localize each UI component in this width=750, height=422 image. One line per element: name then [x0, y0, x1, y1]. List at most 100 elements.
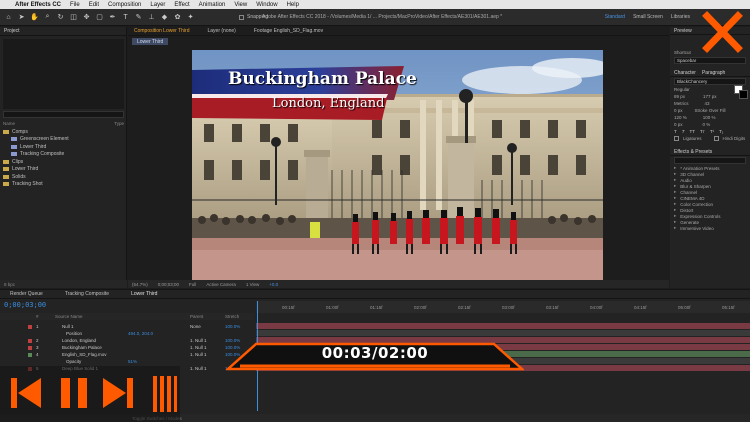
- layer-parent[interactable]: 1. Null 1: [190, 352, 207, 357]
- snapping-checkbox[interactable]: [239, 14, 244, 20]
- skip-back-icon[interactable]: [8, 375, 44, 411]
- exposure-offset[interactable]: +0.0: [269, 282, 278, 287]
- layer-row[interactable]: 2 London, England 1. Null 1 100.0%: [0, 337, 254, 344]
- roto-tool-icon[interactable]: ✿: [173, 13, 182, 22]
- property-value[interactable]: 494.0, 204.0: [128, 331, 153, 336]
- stroke-type-dropdown[interactable]: Stroke Over Fill: [695, 108, 726, 113]
- property-row[interactable]: Position 494.0, 204.0: [0, 330, 254, 337]
- tree-item-solids[interactable]: Solids: [3, 173, 124, 181]
- tree-item-lower-third-comp[interactable]: Lower Third: [3, 143, 124, 151]
- layer-parent[interactable]: 1. Null 1: [190, 345, 207, 350]
- column-name[interactable]: Name: [3, 121, 15, 127]
- tab-paragraph[interactable]: Paragraph: [702, 70, 725, 76]
- tree-item-tracking-composite[interactable]: Tracking Composite: [3, 151, 124, 159]
- hand-tool-icon[interactable]: ✋: [30, 13, 39, 22]
- layer-row[interactable]: 4 English_SD_Flag.mov 1. Null 1 100.0%: [0, 351, 254, 358]
- tab-character[interactable]: Character: [674, 70, 696, 76]
- menu-item-edit[interactable]: Edit: [89, 2, 99, 8]
- stroke-color-swatch[interactable]: [739, 90, 748, 99]
- tab-render-queue[interactable]: Render Queue: [10, 291, 43, 297]
- baseline-shift-field[interactable]: 0 px: [674, 122, 683, 127]
- font-size-field[interactable]: 89 px: [674, 94, 685, 99]
- workspace-libraries[interactable]: Libraries: [671, 14, 690, 20]
- effects-presets-tab[interactable]: Effects & Presets: [670, 148, 750, 156]
- tsume-field[interactable]: 0 %: [703, 122, 711, 127]
- tab-composition[interactable]: Composition Lower Third: [134, 28, 190, 34]
- project-search-input[interactable]: [3, 111, 124, 118]
- views-dropdown[interactable]: 1 View: [246, 282, 259, 287]
- layer-parent[interactable]: 1. Null 1: [190, 366, 207, 371]
- project-bpc[interactable]: 8 bpc: [0, 280, 127, 288]
- pause-button[interactable]: [56, 375, 92, 411]
- ligatures-checkbox[interactable]: [674, 136, 679, 141]
- eraser-tool-icon[interactable]: ◆: [160, 13, 169, 22]
- skip-back-button[interactable]: [8, 375, 44, 411]
- column-parent[interactable]: Parent: [190, 314, 203, 319]
- time-ruler[interactable]: 00:15f 01:00f 01:15f 02:00f 02:15f 03:00…: [256, 301, 750, 313]
- menu-item-view[interactable]: View: [234, 2, 247, 8]
- zoom-tool-icon[interactable]: ⌕: [43, 13, 52, 22]
- column-source-name[interactable]: Source Name: [55, 314, 83, 319]
- layer-row[interactable]: 3 Buckingham Palace 1. Null 1 100.0%: [0, 344, 254, 351]
- menu-item-help[interactable]: Help: [287, 2, 299, 8]
- zoom-dropdown[interactable]: (54.7%): [132, 282, 148, 287]
- pause-icon[interactable]: [56, 375, 92, 411]
- layer-name[interactable]: London, England: [62, 338, 96, 343]
- scrub-handle[interactable]: [152, 374, 178, 414]
- composition-frame[interactable]: Buckingham Palace London, England: [192, 50, 603, 281]
- hindi-digits-checkbox[interactable]: [713, 136, 719, 141]
- menu-item-layer[interactable]: Layer: [150, 2, 165, 8]
- puppet-tool-icon[interactable]: ✦: [186, 13, 195, 22]
- tree-item-lower-third-folder[interactable]: Lower Third: [3, 166, 124, 174]
- leading-field[interactable]: 177 px: [703, 94, 717, 99]
- shortcut-dropdown[interactable]: Spacebar: [674, 57, 746, 64]
- menu-item-effect[interactable]: Effect: [174, 2, 189, 8]
- label-color[interactable]: [28, 345, 32, 350]
- layer-bar[interactable]: [256, 323, 750, 329]
- tree-item-clips[interactable]: Clips: [3, 158, 124, 166]
- camera-tool-icon[interactable]: ◫: [69, 13, 78, 22]
- shape-tool-icon[interactable]: ▢: [95, 13, 104, 22]
- label-color[interactable]: [28, 324, 32, 329]
- project-tab[interactable]: Project: [0, 27, 126, 36]
- subscript-icon[interactable]: T₁: [719, 129, 723, 134]
- stroke-width-field[interactable]: 0 px: [674, 108, 683, 113]
- layer-name[interactable]: Null 1: [62, 324, 74, 329]
- faux-bold-icon[interactable]: T: [674, 129, 677, 134]
- timeline-timecode[interactable]: 0;00;03;00: [4, 301, 46, 309]
- property-row[interactable]: Opacity 51%: [0, 358, 254, 365]
- faux-italic-icon[interactable]: T: [682, 129, 685, 134]
- vertical-scale-field[interactable]: 120 %: [674, 115, 687, 120]
- effects-category[interactable]: Immersive Video: [670, 225, 750, 231]
- property-value[interactable]: 51%: [128, 359, 137, 364]
- selection-tool-icon[interactable]: ➤: [17, 13, 26, 22]
- workspace-small-screen[interactable]: Small Screen: [633, 14, 663, 20]
- layer-parent[interactable]: None: [190, 324, 201, 329]
- tab-lower-third[interactable]: Lower Third: [131, 291, 157, 297]
- small-caps-icon[interactable]: Tᴛ: [700, 129, 705, 134]
- superscript-icon[interactable]: T¹: [710, 129, 714, 134]
- pan-behind-tool-icon[interactable]: ✥: [82, 13, 91, 22]
- close-button[interactable]: [701, 10, 744, 54]
- tab-footage[interactable]: Footage English_SD_Flag.mov: [254, 28, 323, 34]
- kerning-field[interactable]: Metrics: [674, 101, 689, 106]
- comp-breadcrumb[interactable]: Lower Third: [132, 38, 169, 45]
- column-stretch[interactable]: Stretch: [225, 314, 239, 319]
- layer-name[interactable]: Buckingham Palace: [62, 345, 102, 350]
- layer-name[interactable]: English_SD_Flag.mov: [62, 352, 107, 357]
- skip-forward-icon[interactable]: [100, 375, 136, 411]
- horizontal-scale-field[interactable]: 100 %: [703, 115, 716, 120]
- tree-item-tracking-shot[interactable]: Tracking Shot: [3, 181, 124, 189]
- type-tool-icon[interactable]: T: [121, 13, 130, 22]
- stamp-tool-icon[interactable]: ⊥: [147, 13, 156, 22]
- workspace-standard[interactable]: Standard: [605, 14, 625, 20]
- resolution-dropdown[interactable]: Full: [189, 282, 196, 287]
- tree-item-comps[interactable]: Comps: [3, 128, 124, 136]
- effects-search-input[interactable]: [674, 157, 746, 164]
- tracking-field[interactable]: 43: [705, 101, 710, 106]
- layer-parent[interactable]: 1. Null 1: [190, 338, 207, 343]
- tree-item-greenscreen[interactable]: Greenscreen Element: [3, 136, 124, 144]
- viewer-timecode[interactable]: 0;00;03;00: [158, 282, 179, 287]
- home-icon[interactable]: ⌂: [4, 13, 13, 22]
- scrub-bar[interactable]: [152, 374, 178, 414]
